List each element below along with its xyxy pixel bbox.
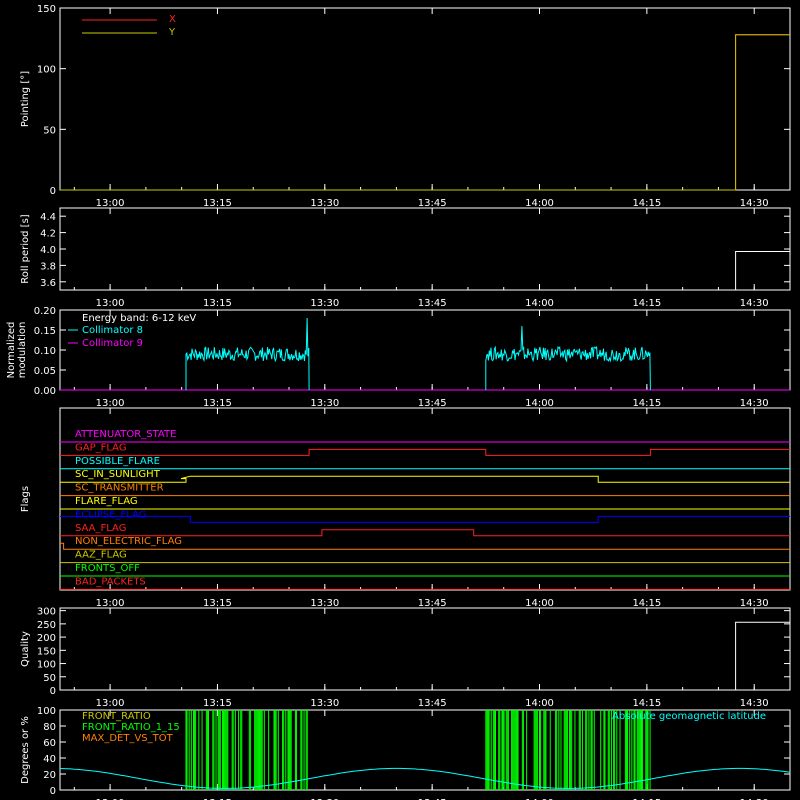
x-tick-label: 13:30 bbox=[310, 698, 339, 709]
flag-label: SC_IN_SUNLIGHT bbox=[75, 469, 161, 480]
legend-label: MAX_DET_VS_TOT bbox=[82, 733, 174, 744]
x-tick-label: 13:30 bbox=[310, 198, 339, 209]
y-tick-label: 200 bbox=[37, 633, 56, 644]
x-tick-label: 13:00 bbox=[96, 198, 125, 209]
y-tick-label: 100 bbox=[37, 660, 56, 671]
y-tick-label: 50 bbox=[43, 673, 56, 684]
y-axis-label: Pointing [°] bbox=[20, 71, 31, 127]
y-tick-label: 50 bbox=[43, 125, 56, 136]
x-tick-label: 14:30 bbox=[740, 198, 769, 209]
flag-label: NON_ELECTRIC_FLAG bbox=[75, 536, 182, 547]
legend-label: X bbox=[169, 14, 176, 25]
y-tick-label: 150 bbox=[37, 4, 56, 15]
flag-label: ECLIPSE_FLAG bbox=[75, 509, 146, 520]
x-tick-label: 13:00 bbox=[96, 598, 125, 609]
y-tick-label: 4.2 bbox=[40, 229, 56, 240]
x-tick-label: 13:00 bbox=[96, 698, 125, 709]
y-axis-label: Roll period [s] bbox=[20, 214, 31, 283]
y-tick-label: 4.4 bbox=[40, 212, 56, 223]
y-tick-label: 300 bbox=[37, 607, 56, 618]
annotation-label: Absolute geomagnetic latitude bbox=[612, 711, 766, 722]
x-tick-label: 13:15 bbox=[203, 598, 232, 609]
y-axis-label: modulation bbox=[17, 322, 28, 379]
x-tick-label: 14:00 bbox=[525, 398, 554, 409]
y-tick-label: 4.0 bbox=[40, 245, 56, 256]
x-tick-label: 13:45 bbox=[418, 198, 447, 209]
legend-label: Collimator 9 bbox=[82, 338, 143, 349]
x-tick-label: 14:15 bbox=[632, 298, 661, 309]
y-tick-label: 80 bbox=[43, 722, 56, 733]
legend-label: FRONT_RATIO_1_15 bbox=[82, 722, 180, 733]
y-tick-label: 100 bbox=[37, 65, 56, 76]
y-tick-label: 3.6 bbox=[40, 278, 56, 289]
flag-label: FRONTS_OFF bbox=[75, 563, 140, 574]
y-tick-label: 20 bbox=[43, 770, 56, 781]
flag-label: GAP_FLAG bbox=[75, 442, 127, 453]
flag-label: SAA_FLAG bbox=[75, 523, 126, 534]
y-tick-label: 0 bbox=[50, 186, 56, 197]
y-tick-label: 100 bbox=[37, 706, 56, 717]
chart-canvas: 13:00 13:15 13:30 13:45 14:00 14:15 14:30 0 50 10… bbox=[0, 0, 800, 800]
flag-label: SC_TRANSMITTER bbox=[75, 483, 164, 494]
y-tick-label: 0.20 bbox=[34, 306, 56, 317]
flag-label: ATTENUATOR_STATE bbox=[75, 429, 176, 440]
x-tick-label: 14:30 bbox=[740, 698, 769, 709]
y-tick-label: 0.00 bbox=[34, 386, 56, 397]
y-tick-label: 40 bbox=[43, 754, 56, 765]
x-tick-label: 13:45 bbox=[418, 598, 447, 609]
y-tick-label: 0 bbox=[50, 786, 56, 797]
x-tick-label: 13:15 bbox=[203, 398, 232, 409]
x-tick-label: 13:45 bbox=[418, 398, 447, 409]
flag-label: POSSIBLE_FLARE bbox=[75, 456, 160, 467]
x-tick-label: 13:45 bbox=[418, 298, 447, 309]
y-axis-label: Normalized bbox=[6, 322, 17, 379]
y-axis-label: Quality bbox=[20, 631, 31, 667]
legend-label: FRONT_RATIO bbox=[82, 711, 151, 722]
y-axis-label: Degrees or % bbox=[20, 716, 31, 784]
x-tick-label: 13:15 bbox=[203, 198, 232, 209]
y-tick-label: 250 bbox=[37, 620, 56, 631]
y-tick-label: 60 bbox=[43, 738, 56, 749]
x-tick-label: 14:15 bbox=[632, 198, 661, 209]
y-tick-label: 150 bbox=[37, 646, 56, 657]
x-tick-label: 14:30 bbox=[740, 298, 769, 309]
x-tick-label: 13:45 bbox=[418, 698, 447, 709]
y-tick-label: 0.15 bbox=[34, 326, 56, 337]
legend-label: Collimator 8 bbox=[82, 325, 143, 336]
x-tick-label: 14:00 bbox=[525, 198, 554, 209]
x-tick-label: 14:15 bbox=[632, 398, 661, 409]
x-tick-label: 14:00 bbox=[525, 298, 554, 309]
legend-label: Y bbox=[168, 27, 176, 38]
x-tick-label: 13:30 bbox=[310, 398, 339, 409]
x-tick-label: 14:30 bbox=[740, 398, 769, 409]
y-tick-label: 3.8 bbox=[40, 261, 56, 272]
y-axis-label: Flags bbox=[20, 486, 31, 512]
x-tick-label: 13:00 bbox=[96, 398, 125, 409]
x-tick-label: 14:15 bbox=[632, 598, 661, 609]
x-tick-label: 14:30 bbox=[740, 598, 769, 609]
y-tick-label: 0 bbox=[50, 686, 56, 697]
y-tick-label: 0.05 bbox=[34, 366, 56, 377]
x-tick-label: 13:00 bbox=[96, 298, 125, 309]
x-tick-label: 14:00 bbox=[525, 698, 554, 709]
flag-label: AAZ_FLAG bbox=[75, 550, 127, 561]
flag-label: BAD_PACKETS bbox=[75, 576, 146, 587]
y-tick-label: 0.10 bbox=[34, 346, 56, 357]
x-tick-label: 13:30 bbox=[310, 598, 339, 609]
x-tick-label: 14:00 bbox=[525, 598, 554, 609]
legend-label: Energy band: 6-12 keV bbox=[82, 313, 196, 324]
x-tick-label: 14:15 bbox=[632, 698, 661, 709]
x-tick-label: 13:15 bbox=[203, 698, 232, 709]
x-tick-label: 13:30 bbox=[310, 298, 339, 309]
flag-label: FLARE_FLAG bbox=[75, 496, 138, 507]
x-tick-label: 13:15 bbox=[203, 298, 232, 309]
